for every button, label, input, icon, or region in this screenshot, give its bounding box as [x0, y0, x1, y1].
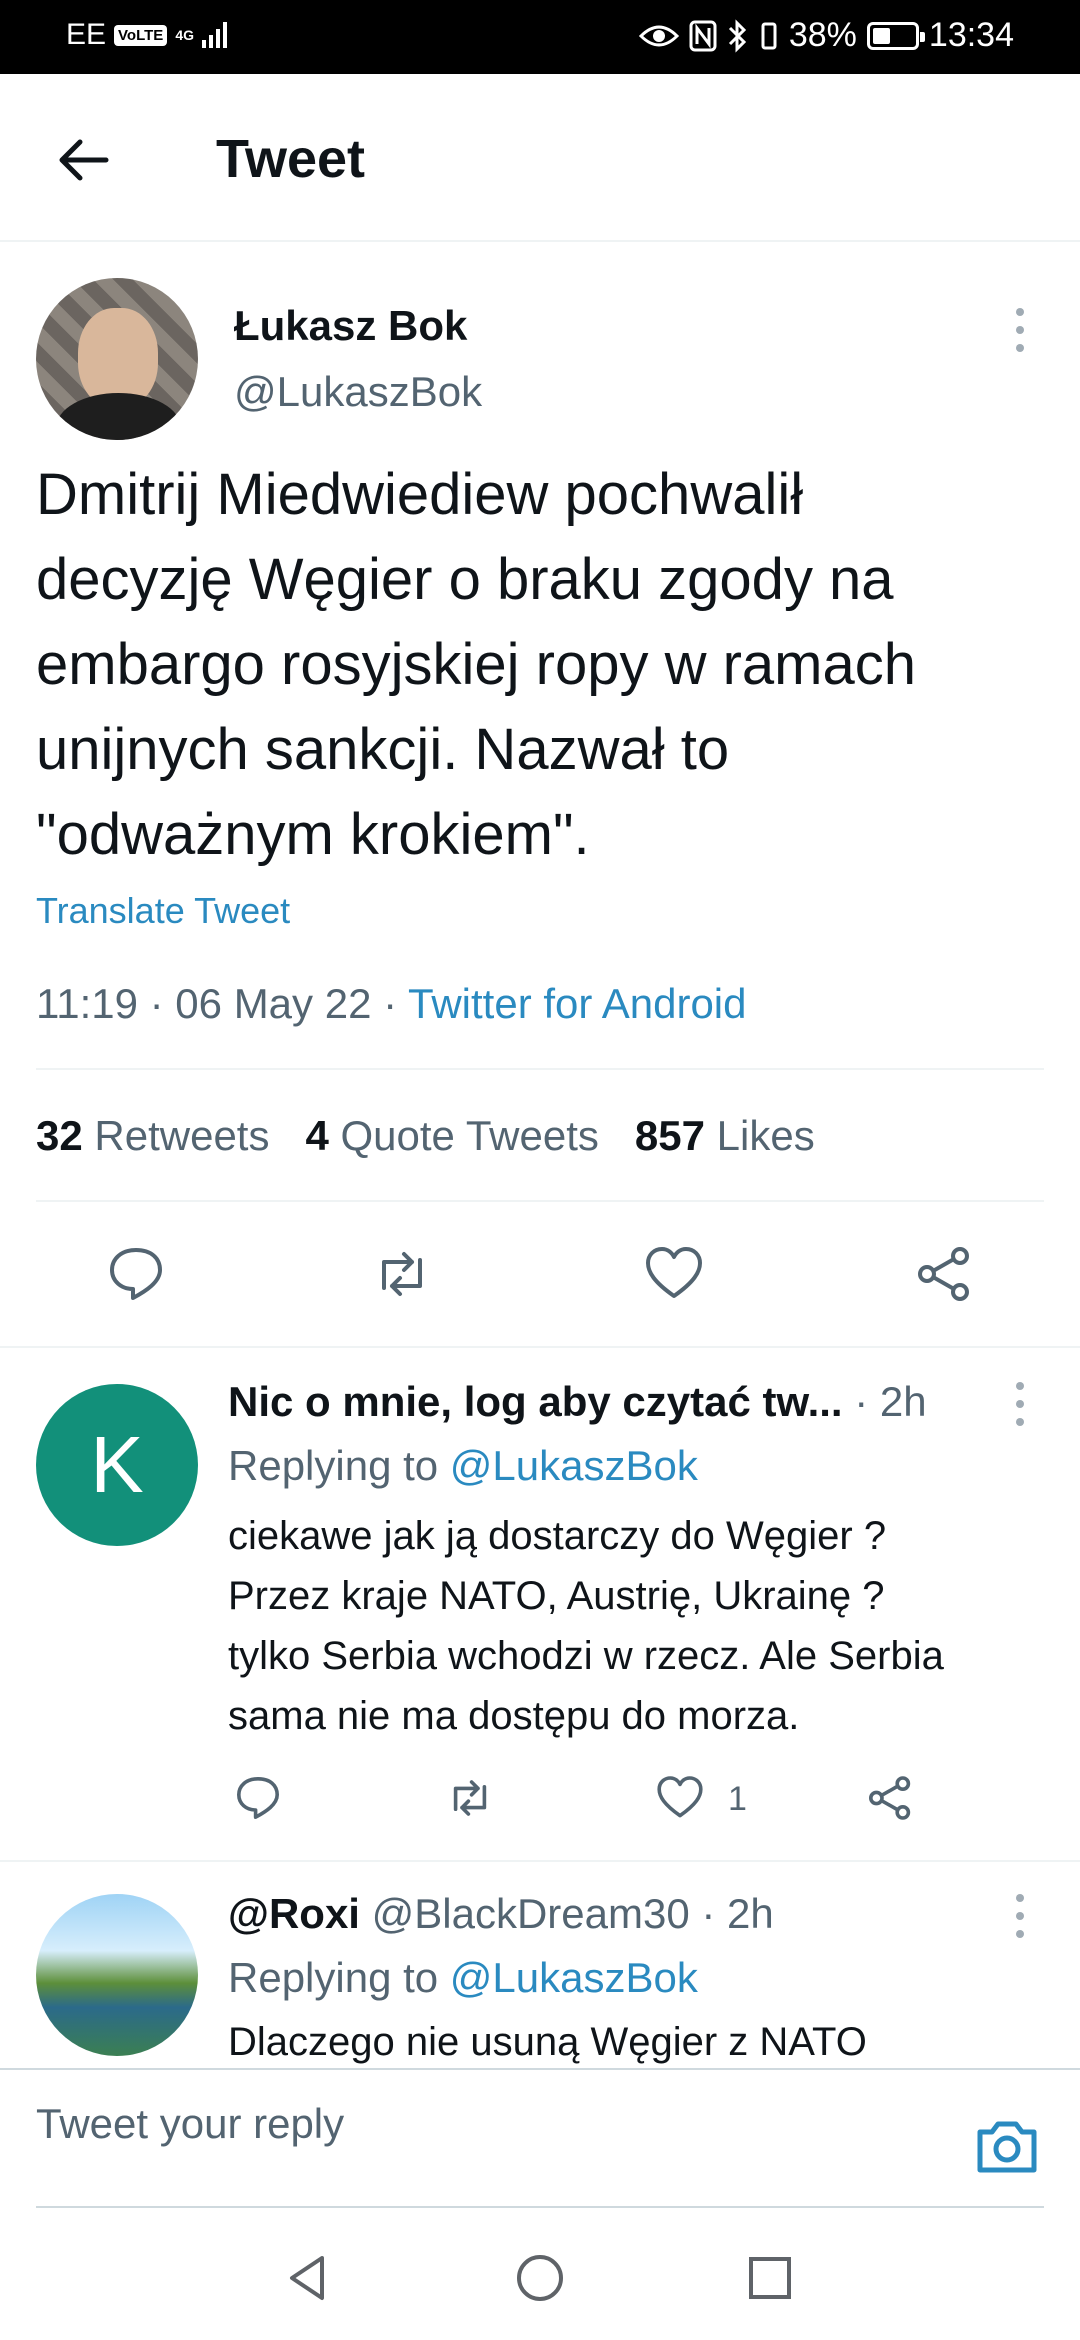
translate-tweet-link[interactable]: Translate Tweet — [36, 890, 290, 932]
like-count: 1 — [728, 1780, 747, 1818]
reply-underline — [36, 2206, 1044, 2208]
reply-icon[interactable] — [234, 1774, 282, 1822]
vibrate-icon — [761, 22, 777, 49]
reply-header: Nic o mnie, log aby czytać tw... · 2h — [228, 1378, 927, 1426]
status-left: EE VoLTE 4G — [66, 18, 227, 52]
divider — [36, 1068, 1044, 1070]
like-heart-icon[interactable] — [656, 1774, 704, 1822]
network-icon: 4G — [175, 27, 194, 43]
carrier-label: EE — [66, 18, 107, 51]
nfc-icon — [689, 20, 717, 51]
reply-composer: Tweet your reply — [0, 2068, 1080, 2208]
reply-text: ciekawe jak ją dostarczy do Węgier ? Prz… — [228, 1514, 944, 1738]
eye-icon — [638, 25, 679, 46]
reply-text: Dlaczego nie usuną Węgier z NATO — [228, 2020, 867, 2064]
divider — [0, 1860, 1080, 1862]
tweet-text: Dmitrij Miedwiediew pochwalił decyzję Wę… — [36, 462, 916, 867]
back-arrow-icon[interactable] — [54, 132, 110, 188]
share-icon[interactable] — [866, 1774, 914, 1822]
retweets-stat[interactable]: 32 Retweets — [36, 1112, 269, 1160]
tweet-timestamp: 11:19 · 06 May 22 · — [36, 980, 398, 1027]
divider — [36, 1200, 1044, 1202]
like-heart-icon[interactable] — [644, 1244, 704, 1304]
status-right: 38% 13:34 — [638, 16, 1014, 55]
tweet-stats: 32 Retweets 4 Quote Tweets 857 Likes — [36, 1112, 815, 1160]
reply-display-name[interactable]: Nic o mnie, log aby czytać tw... — [228, 1378, 843, 1425]
reply-more-options-icon[interactable] — [1014, 1382, 1026, 1426]
retweet-icon[interactable] — [446, 1774, 494, 1822]
more-options-icon[interactable] — [1014, 308, 1026, 352]
reply-handle[interactable]: @BlackDream30 — [372, 1890, 690, 1937]
reply-more-options-icon[interactable] — [1014, 1894, 1026, 1938]
status-bar: EE VoLTE 4G 38% 13:34 — [0, 0, 1080, 74]
author-name[interactable]: Łukasz Bok — [234, 302, 467, 350]
reply-avatar[interactable]: K — [36, 1384, 198, 1546]
reply-header: @Roxi @BlackDream30 · 2h — [228, 1890, 774, 1938]
navigation-bar — [0, 2210, 1080, 2340]
reply-time: · 2h — [854, 1378, 927, 1425]
page-title: Tweet — [216, 129, 366, 189]
divider — [0, 1346, 1080, 1348]
reply-input[interactable]: Tweet your reply — [36, 2100, 344, 2148]
share-icon[interactable] — [914, 1244, 974, 1304]
retweet-icon[interactable] — [372, 1244, 432, 1304]
volte-icon: VoLTE — [114, 24, 168, 46]
replying-to: Replying to @LukaszBok — [228, 1442, 698, 1489]
reply-time: · 2h — [701, 1890, 774, 1937]
reply-icon[interactable] — [106, 1244, 166, 1304]
author-handle[interactable]: @LukaszBok — [234, 368, 482, 416]
reply-display-name[interactable]: @Roxi — [228, 1890, 360, 1937]
bluetooth-icon — [728, 18, 746, 53]
nav-recents-icon[interactable] — [744, 2252, 796, 2304]
reply-avatar[interactable] — [36, 1894, 198, 2056]
signal-icon — [202, 22, 227, 48]
camera-icon[interactable] — [974, 2116, 1040, 2176]
quote-tweets-stat[interactable]: 4 Quote Tweets — [305, 1112, 598, 1160]
tweet-source-link[interactable]: Twitter for Android — [408, 980, 746, 1027]
tweet-meta: 11:19 · 06 May 22 · Twitter for Android — [36, 980, 747, 1028]
mention-link[interactable]: @LukaszBok — [450, 1442, 698, 1489]
replying-to: Replying to @LukaszBok — [228, 1954, 698, 2001]
nav-home-icon[interactable] — [514, 2252, 566, 2304]
battery-icon — [866, 21, 925, 50]
header: Tweet — [0, 74, 1080, 242]
battery-percent: 38% — [788, 16, 857, 54]
mention-link[interactable]: @LukaszBok — [450, 1954, 698, 2001]
author-avatar[interactable] — [36, 278, 198, 440]
likes-stat[interactable]: 857 Likes — [635, 1112, 815, 1160]
clock: 13:34 — [928, 16, 1014, 54]
nav-back-icon[interactable] — [282, 2252, 334, 2304]
